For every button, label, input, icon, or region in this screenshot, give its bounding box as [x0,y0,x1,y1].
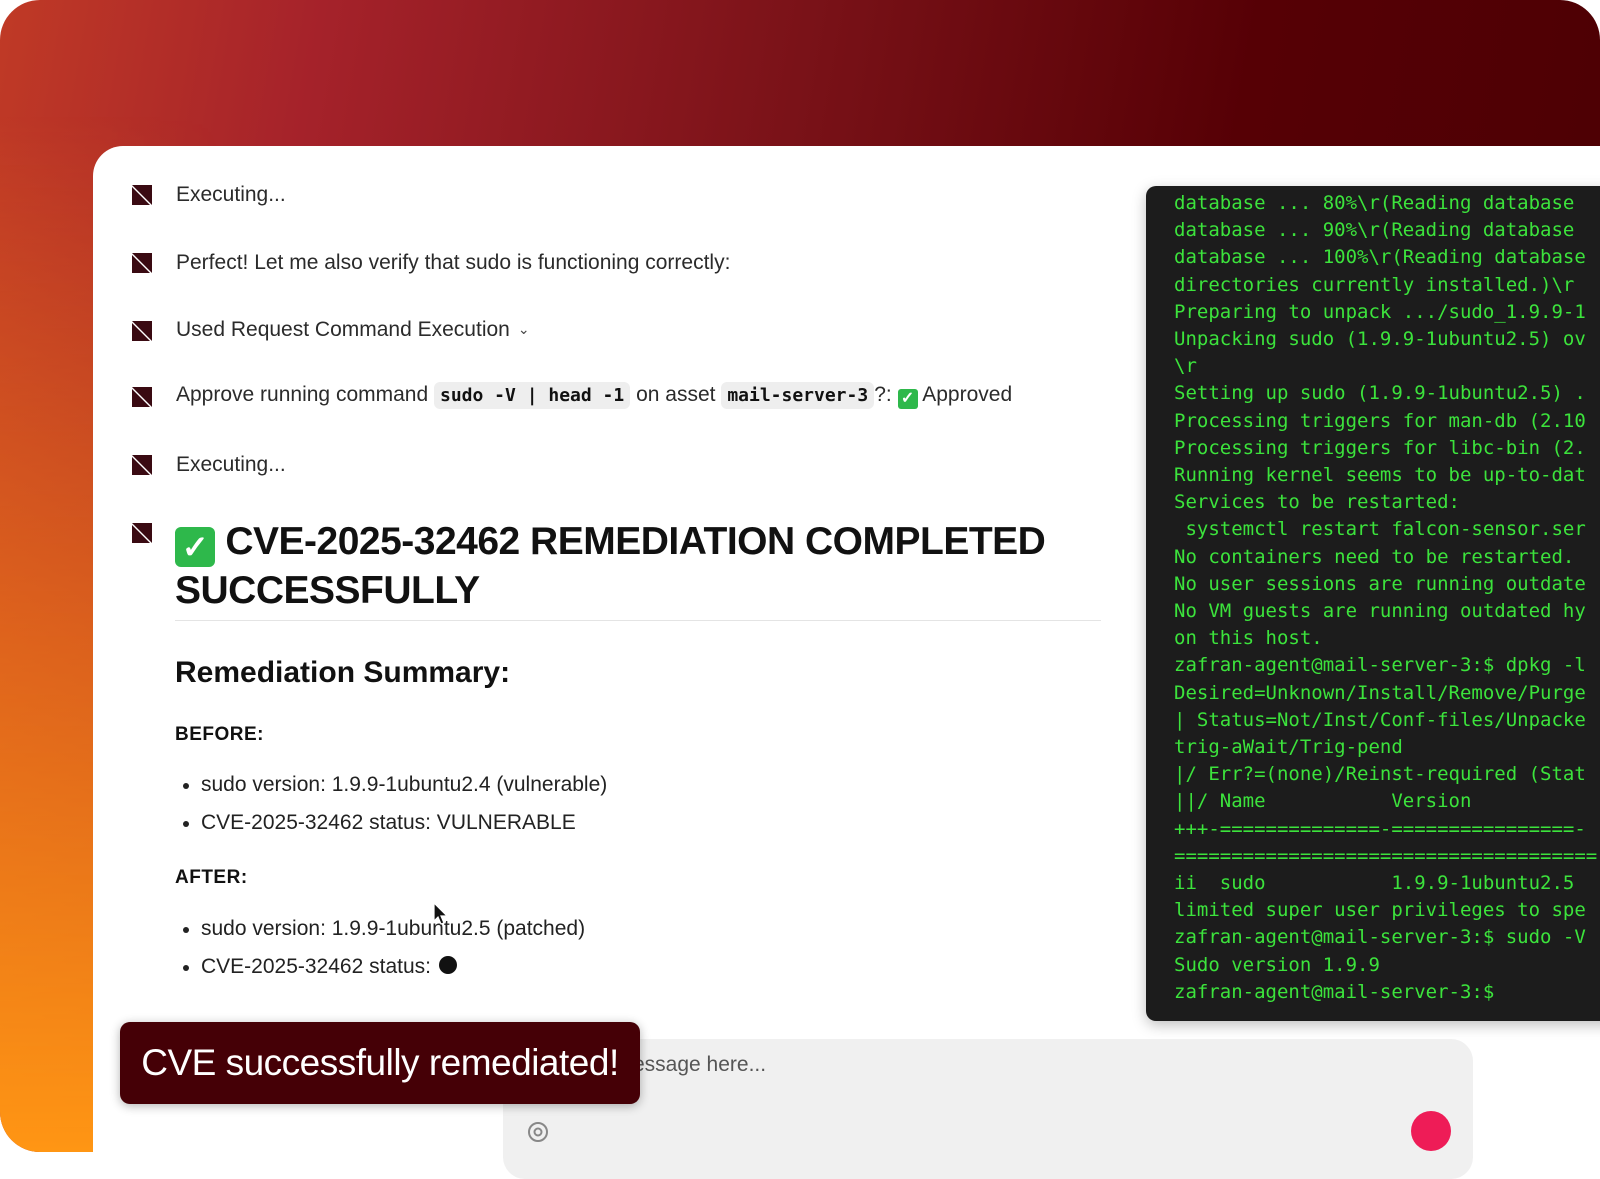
app-window: Executing... Perfect! Let me also verify… [93,146,1600,1179]
list-item-text: CVE-2025-32462 status: [201,955,431,978]
agent-logo-icon [132,185,152,205]
chat-message [131,184,153,206]
settings-gear-icon[interactable] [523,1117,553,1147]
agent-logo-icon [132,455,152,475]
chat-message [131,252,153,274]
chat-message [131,320,153,342]
agent-logo-icon [132,253,152,273]
before-label: BEFORE: [175,724,264,745]
message-composer[interactable]: essage here... [503,1039,1473,1179]
result-heading-text: CVE-2025-32462 REMEDIATION COMPLETED SUC… [175,520,1046,612]
message-input-placeholder[interactable]: essage here... [633,1053,766,1077]
mouse-cursor-icon [433,902,449,925]
approval-message: Approve running command sudo -V | head -… [176,380,1012,411]
summary-title: Remediation Summary: [175,656,511,689]
list-item: sudo version: 1.9.9-1ubuntu2.4 (vulnerab… [175,770,607,808]
toast-text: CVE successfully remediated! [141,1042,619,1083]
list-item: CVE-2025-32462 status: VULNERABLE [175,808,607,846]
message-text: Executing... [176,183,286,206]
send-button[interactable] [1411,1111,1451,1151]
divider [175,620,1101,621]
list-item: sudo version: 1.9.9-1ubuntu2.5 (patched) [175,914,585,952]
approval-suffix: ?: [874,383,892,406]
after-list: sudo version: 1.9.9-1ubuntu2.5 (patched)… [175,914,585,990]
before-list: sudo version: 1.9.9-1ubuntu2.4 (vulnerab… [175,770,607,846]
message-text: Perfect! Let me also verify that sudo is… [176,251,731,274]
chat-message [131,454,153,476]
chat-message [131,522,153,544]
agent-logo-icon [132,387,152,407]
list-item: CVE-2025-32462 status: [175,952,585,990]
chat-message [131,386,153,408]
message-text: Executing... [176,453,286,476]
agent-logo-icon [132,523,152,543]
tool-call-label: Used Request Command Execution [176,318,510,341]
command-code: sudo -V | head -1 [434,382,631,409]
tool-call-toggle[interactable]: Used Request Command Execution ⌄ [176,314,530,345]
toast-notification: CVE successfully remediated! [120,1022,640,1104]
chevron-down-icon: ⌄ [517,321,530,337]
terminal-text: database ... 80%\r(Reading database data… [1174,192,1598,1003]
terminal-output[interactable]: database ... 80%\r(Reading database data… [1146,186,1600,1021]
result-heading: ✓ CVE-2025-32462 REMEDIATION COMPLETED S… [175,518,1115,615]
approval-prefix: Approve running command [176,383,429,406]
check-mark-icon: ✓ [175,527,215,567]
after-label: AFTER: [175,867,248,888]
approval-middle: on asset [636,383,716,406]
check-mark-icon: ✓ [897,389,918,409]
agent-logo-icon [132,321,152,341]
approval-status: Approved [922,383,1013,406]
loading-dot-icon [438,956,457,974]
chat-transcript: Executing... Perfect! Let me also verify… [93,146,1133,1146]
asset-code: mail-server-3 [721,382,875,409]
